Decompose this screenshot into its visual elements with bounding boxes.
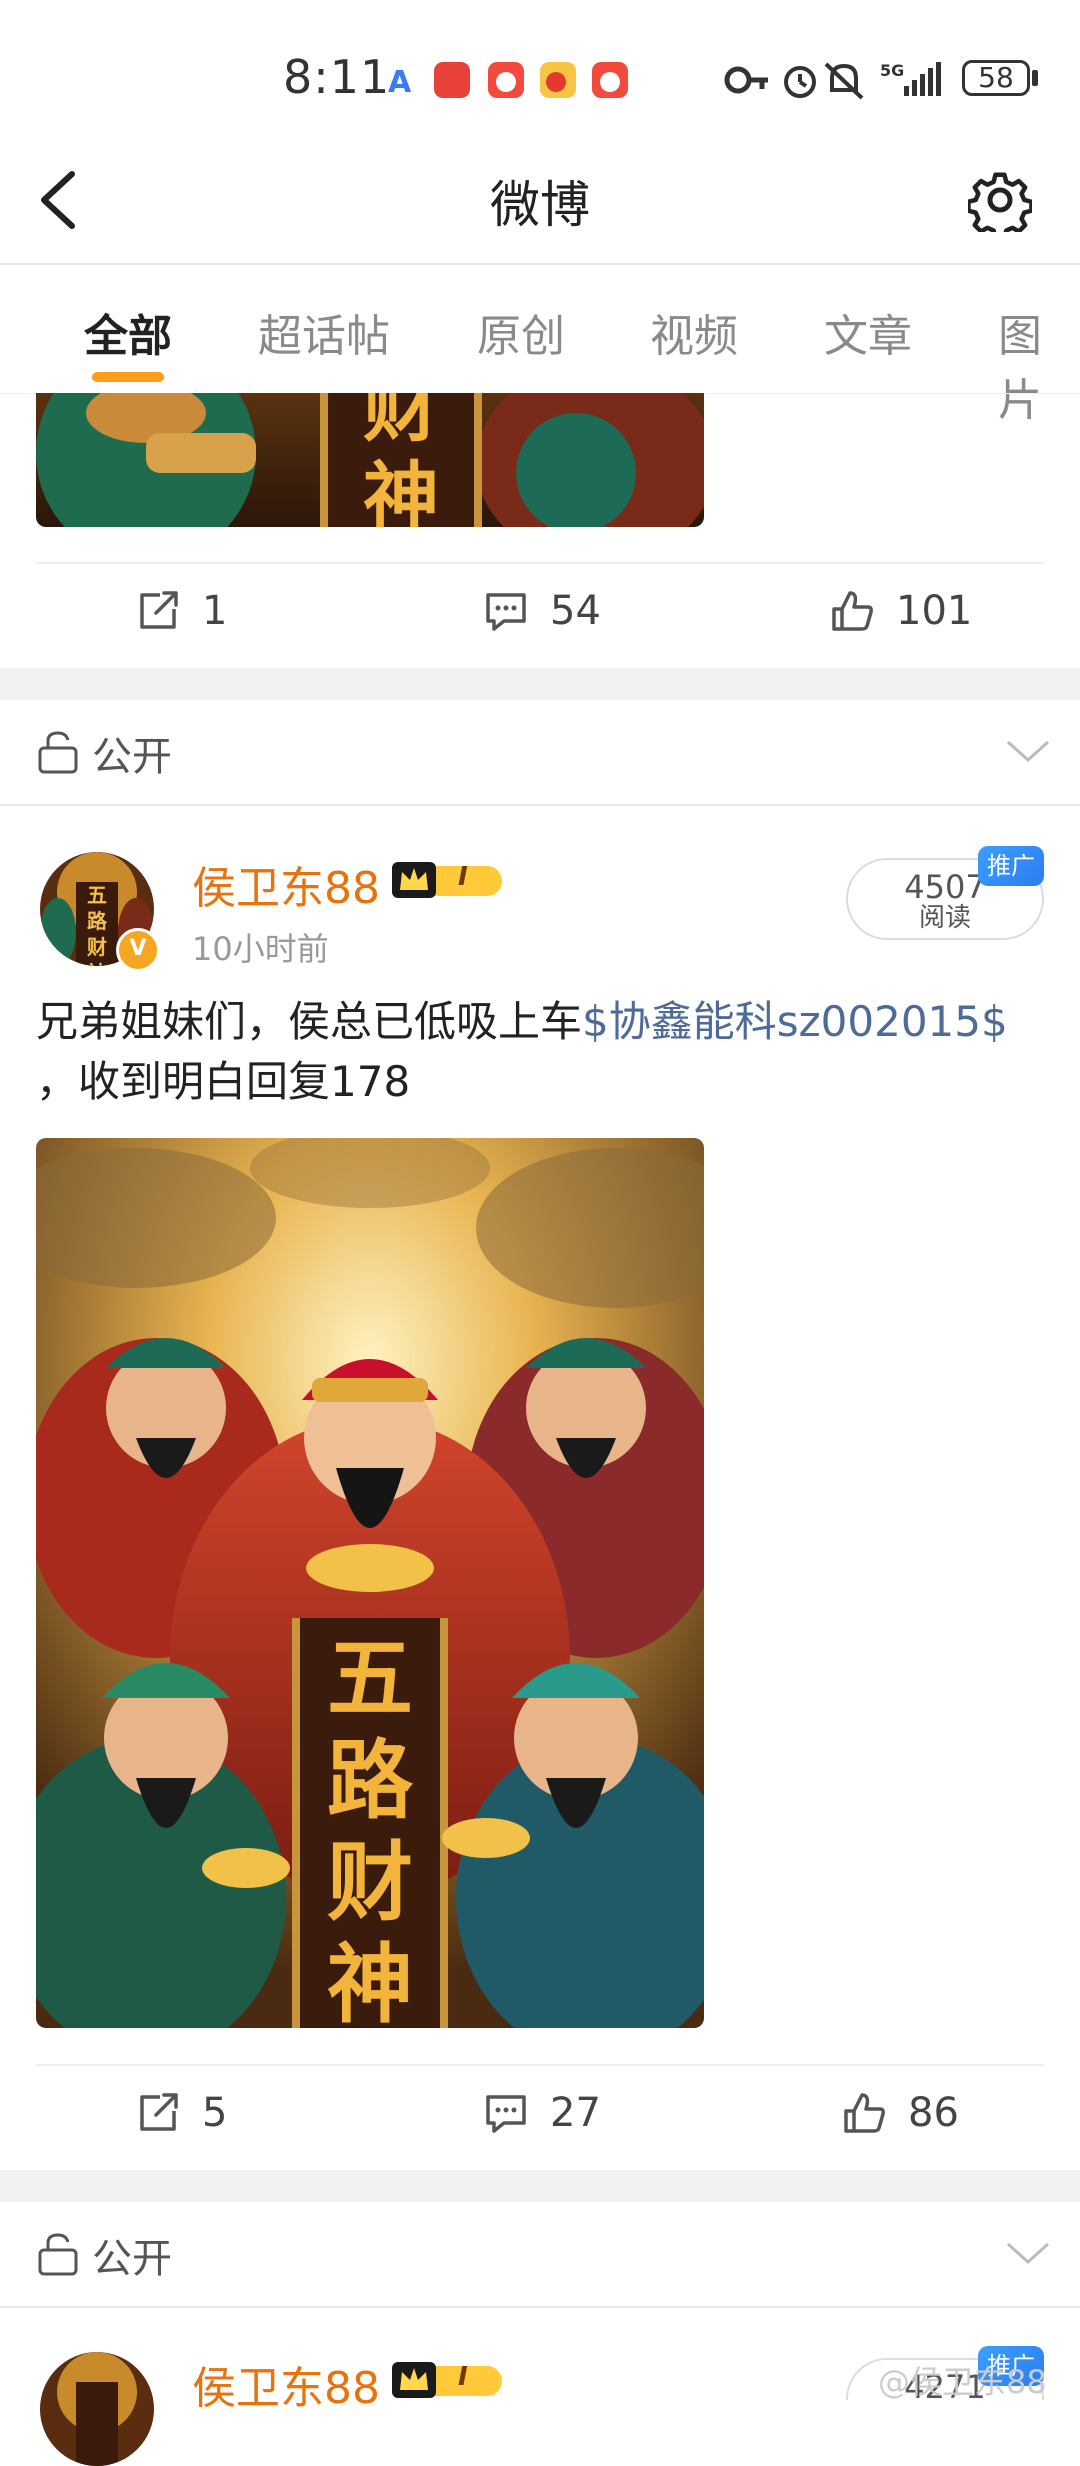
avatar-text: 五路财神 [87,883,107,966]
member-badge[interactable]: I [392,2360,504,2400]
repost-icon [140,591,178,629]
avatar[interactable] [40,2352,154,2466]
network-5g: 5G [880,61,904,80]
post-gap [0,2170,1080,2202]
mute-icon [824,62,864,100]
repost-icon [140,2093,178,2131]
unlock-icon [38,731,78,774]
watermark: @侯卫东88 [878,2363,1047,2401]
notification-icons: A [388,62,628,100]
stock-link[interactable]: $协鑫能科sz002015$ [582,997,1008,1046]
chevron-down-icon [1006,740,1050,763]
tab-image[interactable]: 图片 [998,300,1080,428]
read-label: 阅读 [918,903,971,933]
alarm-icon [784,66,816,98]
member-level: I [458,2362,468,2392]
tab-video[interactable]: 视频 [650,300,738,364]
svg-text:A: A [388,65,412,100]
repost-count: 1 [202,588,228,634]
gear-icon [966,172,1034,241]
tab-article[interactable]: 文章 [824,300,912,364]
visibility-label: 公开 [92,734,172,780]
repost-button[interactable]: 1 [136,588,227,634]
thumbs-up-icon [844,2093,885,2133]
post-time: 10小时前 [192,930,329,968]
status-time: 8:11 [283,50,391,104]
like-button[interactable]: 86 [842,2090,959,2136]
visibility-row[interactable]: 公开 [0,2204,1080,2304]
status-system-icons: 5G [720,56,960,104]
previous-post-image[interactable]: 财神 [36,393,704,527]
action-divider [36,562,1044,564]
settings-button[interactable] [966,168,1034,241]
comment-button[interactable]: 54 [484,588,601,634]
repost-count: 5 [202,2090,228,2136]
signal-icon [904,62,941,96]
visibility-divider [0,804,1080,806]
post-text-main: 兄弟姐妹们，侯总已低吸上车 [36,997,583,1046]
post-text-tail: ，收到明白回复178 [36,1057,411,1106]
visibility-label: 公开 [92,2236,172,2282]
tab-all[interactable]: 全部 [84,300,172,364]
like-count: 86 [908,2090,959,2136]
previous-post-image-text: 财神 [363,393,439,527]
comment-icon [486,593,526,631]
unlock-icon [38,2233,78,2276]
like-count: 101 [896,588,973,634]
battery-indicator: 58 [962,60,1030,96]
author-name[interactable]: 侯卫东88 [192,852,380,916]
chevron-down-icon [1006,2242,1050,2265]
crown-icon [392,2362,502,2398]
repost-button[interactable]: 5 [136,2090,227,2136]
comment-count: 27 [550,2090,601,2136]
tab-active-indicator [92,372,164,382]
member-badge[interactable]: I [392,860,504,900]
status-app-icons: A [380,58,630,102]
post-image[interactable]: 五路财神 [36,1138,704,2028]
post-gap [0,668,1080,700]
like-button[interactable]: 101 [830,588,972,634]
thumbs-up-icon [832,591,873,631]
header-divider [0,263,1080,265]
visibility-divider [0,2306,1080,2308]
crown-icon [392,862,502,898]
key-icon [724,66,768,94]
tab-original[interactable]: 原创 [477,300,565,364]
comment-icon [486,2095,526,2133]
post-text: 兄弟姐妹们，侯总已低吸上车$协鑫能科sz002015$ ，收到明白回复178 [36,992,1046,1112]
action-divider [36,2064,1044,2066]
member-level: I [458,862,468,892]
comment-button[interactable]: 27 [484,2090,601,2136]
battery-cap [1032,70,1038,86]
visibility-row[interactable]: 公开 [0,702,1080,802]
post-image-text: 五路财神 [327,1628,413,2028]
author-name[interactable]: 侯卫东88 [192,2352,380,2416]
promo-tag: 推广 [978,846,1044,886]
comment-count: 54 [550,588,601,634]
tab-super-topic[interactable]: 超话帖 [258,300,390,364]
page-title: 微博 [490,176,590,234]
verified-badge: V [116,928,160,972]
